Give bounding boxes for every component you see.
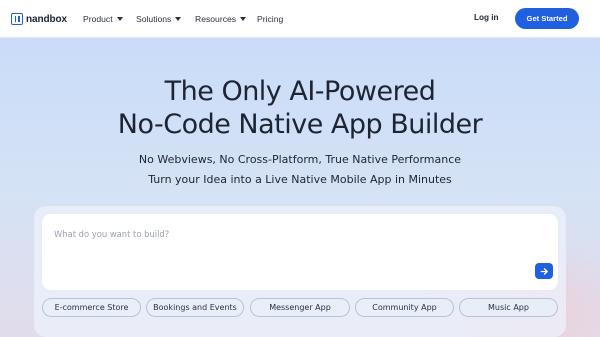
chip-bookings-and-events[interactable]: Bookings and Events	[146, 298, 244, 317]
arrow-right-icon	[540, 267, 548, 275]
hero-section: The Only AI-Powered No-Code Native App B…	[0, 38, 600, 337]
nav-label-solutions: Solutions	[136, 14, 172, 24]
chevron-down-icon	[240, 17, 247, 21]
login-link[interactable]: Log in	[474, 13, 499, 22]
brand-logo[interactable]: nandbox	[11, 12, 67, 26]
chip-ecommerce-store[interactable]: E-commerce Store	[42, 298, 141, 317]
hero-subtitle-line2: Turn your Idea into a Live Native Mobile…	[148, 173, 452, 186]
nav-item-resources[interactable]: Resources	[195, 14, 247, 24]
nav-label-resources: Resources	[195, 14, 237, 24]
get-started-button[interactable]: Get Started	[515, 8, 579, 29]
site-header: nandbox Product Solutions Resources Pric…	[0, 0, 600, 38]
prompt-placeholder: What do you want to build?	[54, 229, 170, 239]
chip-music-app[interactable]: Music App	[459, 298, 558, 317]
nav-item-solutions[interactable]: Solutions	[136, 14, 182, 24]
chip-messenger-app[interactable]: Messenger App	[250, 298, 350, 317]
nav-item-pricing[interactable]: Pricing	[257, 14, 283, 24]
nav-item-product[interactable]: Product	[83, 14, 123, 24]
prompt-panel: What do you want to build? E-commerce St…	[34, 206, 566, 337]
brand-name: nandbox	[26, 13, 67, 25]
hero-title-line1: The Only AI-Powered	[164, 76, 436, 107]
send-button[interactable]	[535, 263, 553, 279]
nav-label-product: Product	[83, 14, 113, 24]
hero-subtitle-line1: No Webviews, No Cross-Platform, True Nat…	[138, 153, 462, 166]
nandbox-logo-icon	[11, 13, 23, 25]
chevron-down-icon	[175, 17, 182, 21]
prompt-input[interactable]: What do you want to build?	[42, 214, 558, 290]
chip-community-app[interactable]: Community App	[355, 298, 454, 317]
chevron-down-icon	[116, 17, 123, 21]
hero-title-line2: No-Code Native App Builder	[117, 109, 483, 140]
nav-label-pricing: Pricing	[257, 14, 284, 24]
